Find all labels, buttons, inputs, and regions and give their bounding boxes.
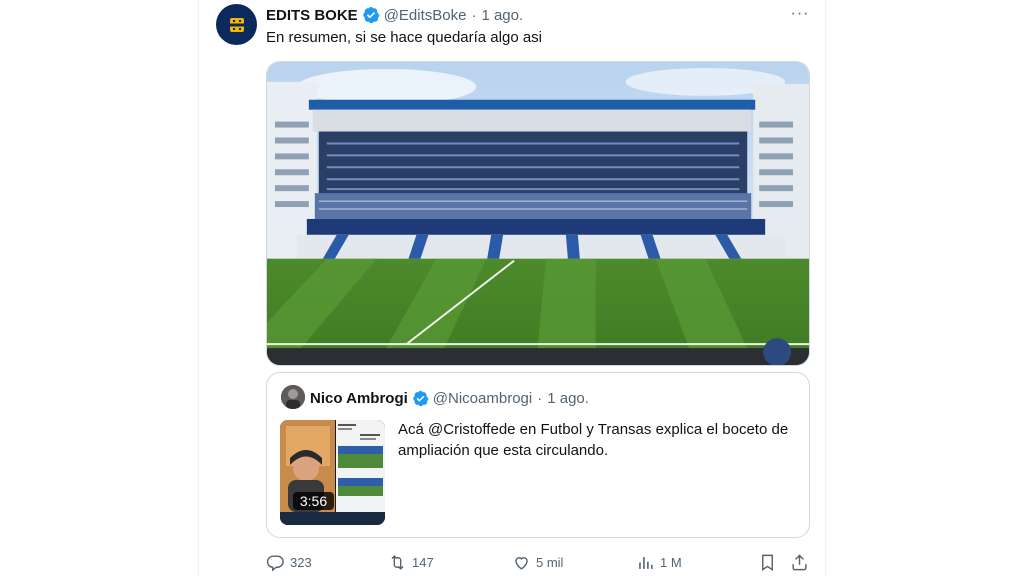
tweet-text: En resumen, si se hace quedaría algo asi (266, 29, 542, 46)
quoted-tweet-text: Acá @Cristoffede en Futbol y Transas exp… (398, 421, 789, 459)
views-count: 1 M (660, 554, 682, 570)
quoted-tweet-timestamp[interactable]: 1 ago. (547, 390, 589, 407)
views-icon (639, 556, 653, 569)
reply-icon (266, 554, 284, 571)
like-icon (515, 556, 528, 570)
repost-icon (391, 554, 404, 570)
bookmark-button[interactable] (758, 551, 777, 573)
quoted-author-handle[interactable]: @Nicoambrogi (433, 390, 532, 407)
video-thumbnail[interactable]: 3:56 (280, 420, 385, 525)
author-name[interactable]: EDITS BOKE (266, 7, 358, 24)
separator-dot: · (471, 6, 477, 24)
verified-badge-icon[interactable] (412, 390, 429, 407)
stadium-image (267, 62, 809, 365)
quoted-author-name[interactable]: Nico Ambrogi (310, 390, 408, 407)
tweet-timestamp[interactable]: 1 ago. (481, 7, 523, 24)
repost-count: 147 (412, 554, 434, 570)
more-icon[interactable]: ··· (788, 4, 812, 24)
video-duration: 3:56 (293, 492, 334, 510)
quoted-tweet[interactable]: Nico Ambrogi @Nicoambrogi · 1 ago. 3:56 … (266, 372, 810, 538)
views-button[interactable]: 1 M (636, 551, 682, 573)
tweet-actions: 323 147 5 mil 1 M (266, 551, 812, 573)
author-handle[interactable]: @EditsBoke (384, 7, 467, 24)
like-count: 5 mil (536, 554, 564, 570)
share-button[interactable] (790, 551, 809, 573)
club-logo-icon (229, 17, 244, 32)
person-avatar-icon (281, 385, 305, 409)
repost-button[interactable]: 147 (388, 551, 434, 573)
stadium-photo[interactable] (266, 61, 810, 366)
tweet-header: EDITS BOKE @EditsBoke · 1 ago. (266, 5, 523, 25)
share-icon (792, 553, 807, 570)
bookmark-icon (762, 554, 773, 571)
verified-badge-icon[interactable] (362, 6, 380, 24)
quoted-author-avatar[interactable] (281, 385, 305, 409)
separator-dot: · (537, 389, 543, 407)
reply-count: 323 (290, 554, 312, 570)
like-button[interactable]: 5 mil (512, 551, 563, 573)
quoted-tweet-header: Nico Ambrogi @Nicoambrogi · 1 ago. (310, 388, 589, 408)
author-avatar[interactable] (216, 4, 257, 45)
reply-button[interactable]: 323 (266, 551, 312, 573)
